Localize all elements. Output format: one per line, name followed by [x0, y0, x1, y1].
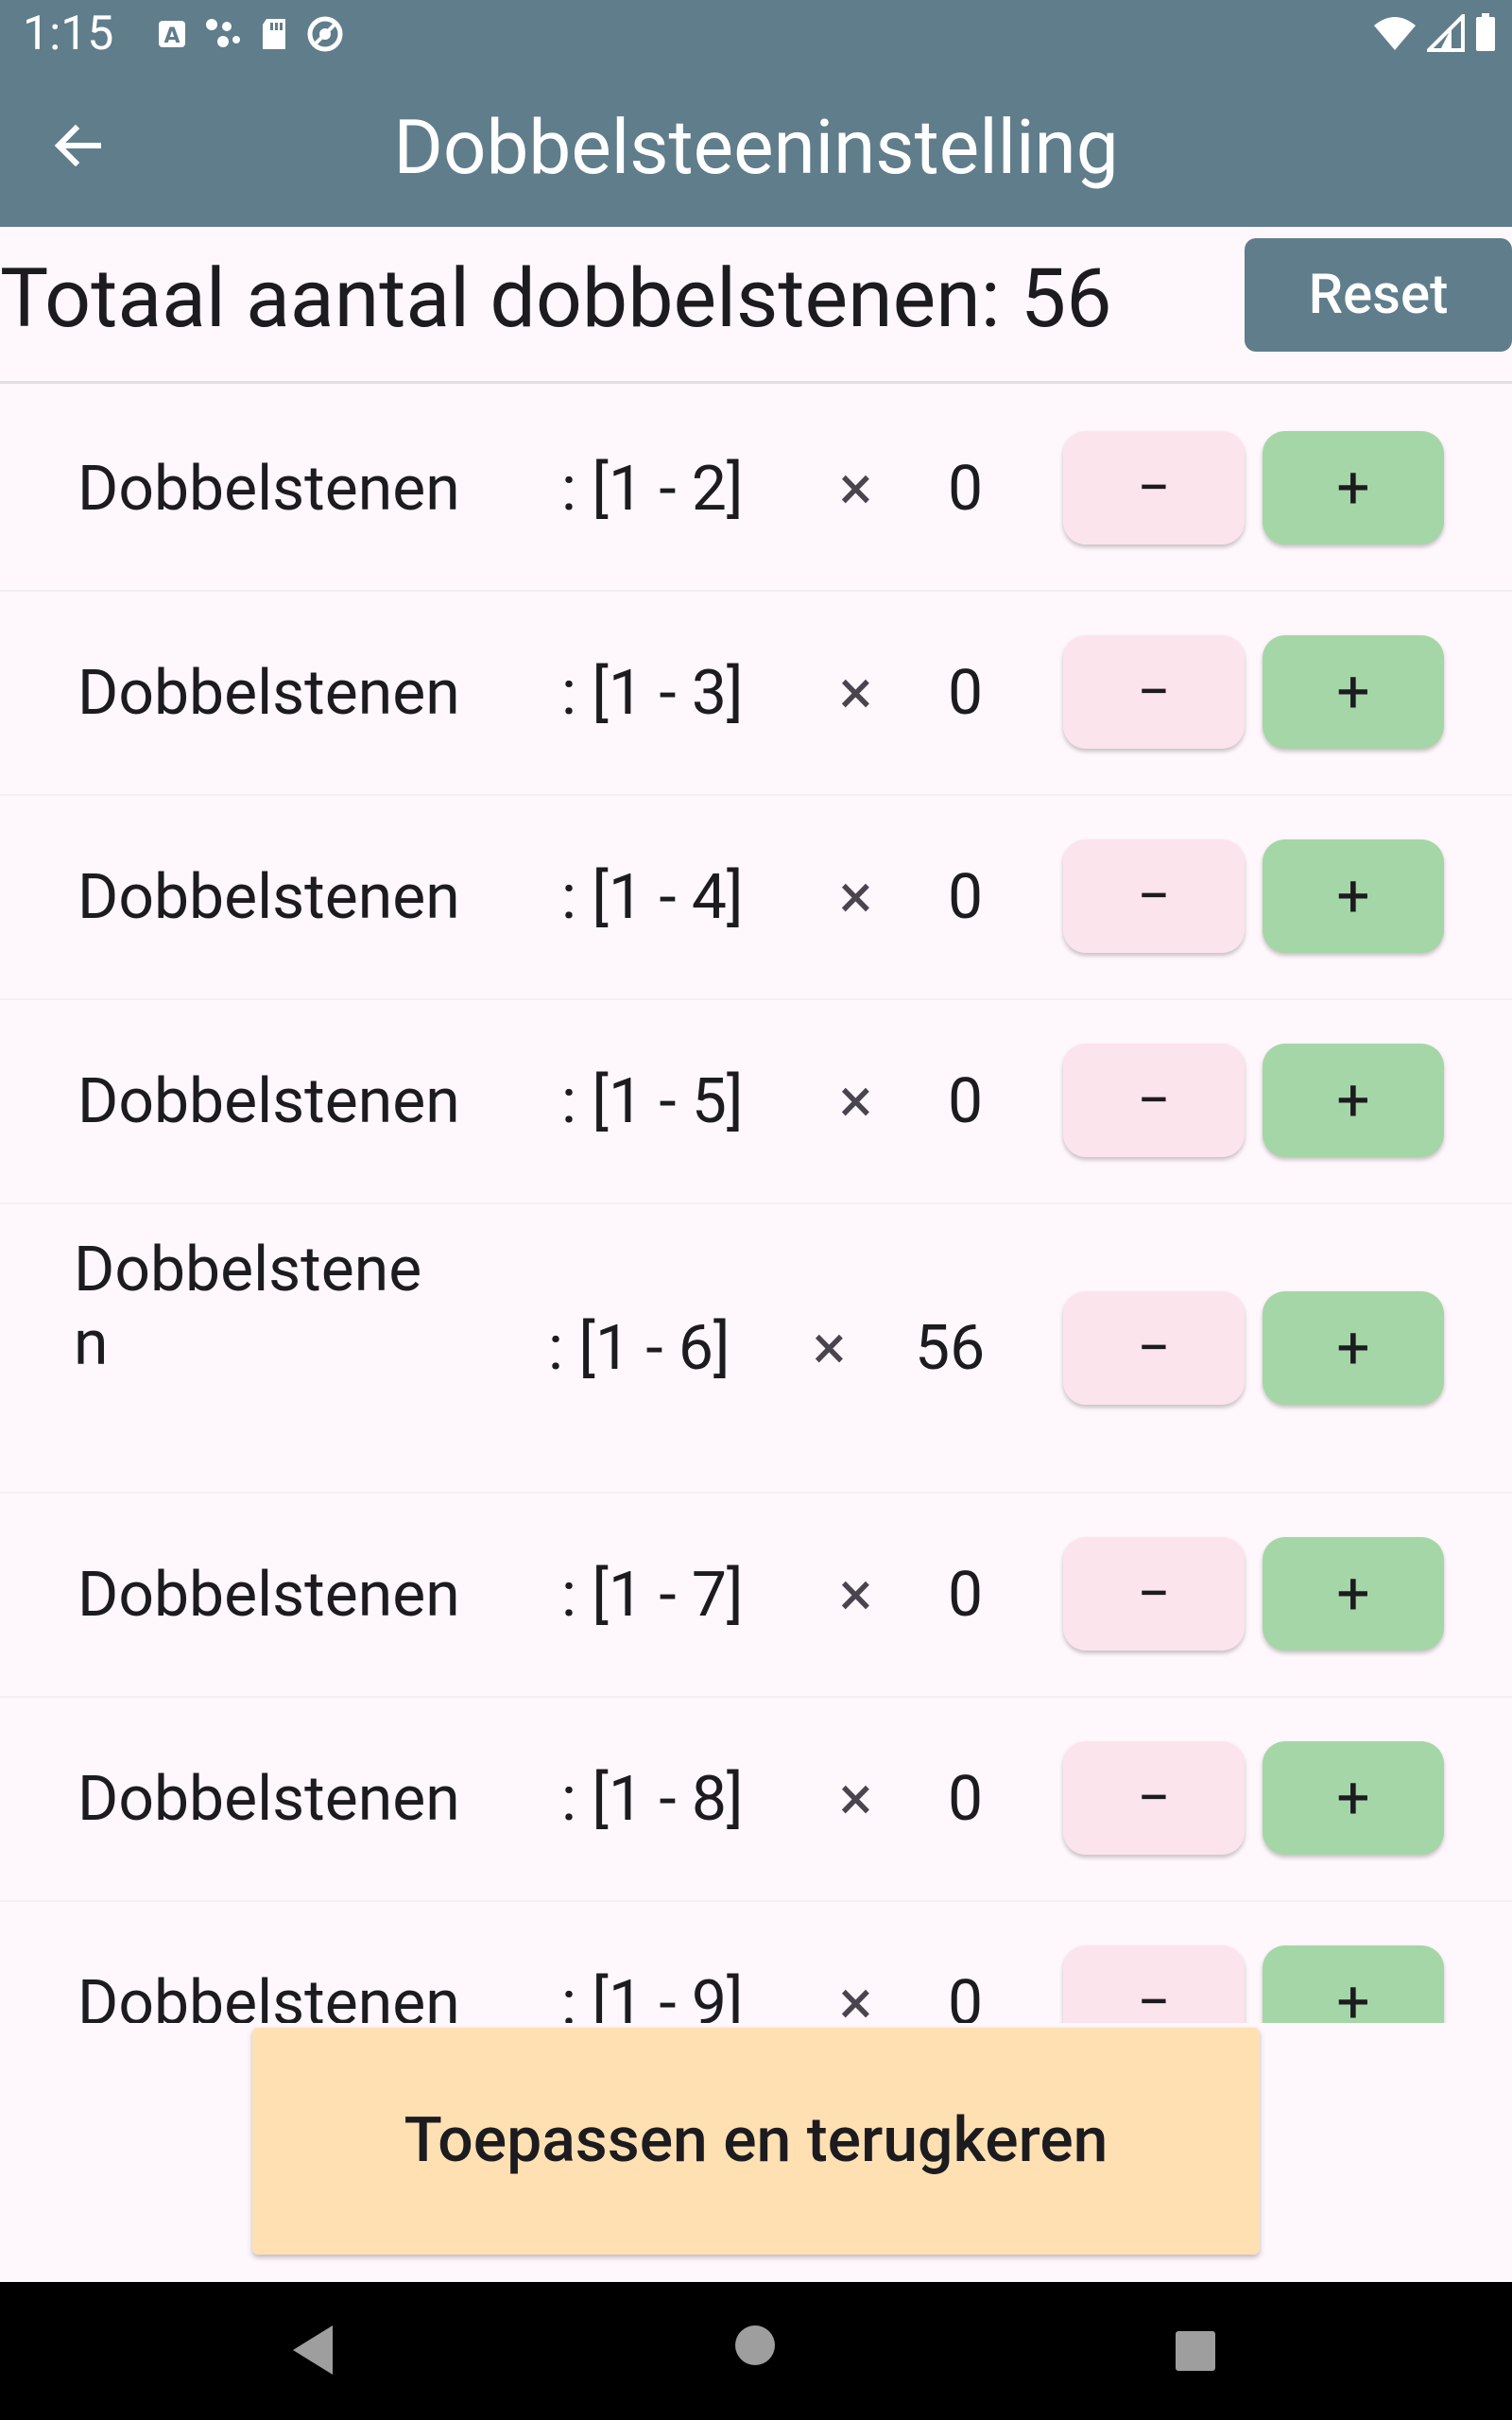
decrement-button[interactable]: −	[1063, 1044, 1245, 1157]
nav-home-icon[interactable]	[733, 2324, 777, 2371]
increment-button[interactable]: +	[1263, 1537, 1444, 1651]
dice-row-label: Dobbelstenen	[77, 861, 460, 934]
dice-row: Dobbelstenen : [1 - 4] × 0 − +	[0, 796, 1512, 1000]
increment-button[interactable]: +	[1263, 1044, 1444, 1157]
dice-row-label: Dobbelstenen	[77, 1967, 460, 2023]
decrement-button[interactable]: −	[1063, 635, 1245, 749]
dice-row-times: ×	[839, 1065, 873, 1138]
apply-and-return-button[interactable]: Toepassen en terugkeren	[252, 2028, 1260, 2255]
status-bar: 1:15 A	[0, 0, 1512, 68]
status-icons-right	[1372, 11, 1497, 57]
dice-row-range: : [1 - 9]	[561, 1967, 744, 2023]
dice-row-label: Dobbelstene	[74, 1234, 422, 1306]
increment-button[interactable]: +	[1263, 431, 1444, 544]
battery-icon	[1474, 13, 1497, 57]
dice-row-label: Dobbelstenen	[77, 1559, 460, 1632]
sd-card-icon	[259, 17, 289, 55]
status-time: 1:15	[23, 7, 114, 61]
dice-row-count: 0	[948, 861, 984, 934]
decrement-button[interactable]: −	[1063, 1945, 1245, 2023]
svg-text:A: A	[163, 25, 180, 48]
dice-row-label: Dobbelstenen	[77, 453, 460, 526]
dice-row-range: : [1 - 8]	[561, 1763, 744, 1836]
increment-button[interactable]: +	[1263, 1945, 1444, 2023]
status-icons-left: A	[157, 15, 344, 57]
increment-button[interactable]: +	[1263, 1741, 1444, 1855]
dice-row: Dobbelstenen : [1 - 8] × 0 − +	[0, 1698, 1512, 1902]
decrement-button[interactable]: −	[1063, 1291, 1245, 1405]
dice-list[interactable]: Dobbelstenen : [1 - 2] × 0 − + Dobbelste…	[0, 388, 1512, 2023]
dice-row-count: 0	[948, 453, 984, 526]
dice-row-label: Dobbelstenen	[77, 657, 460, 730]
dice-row-label-wrap: n	[74, 1307, 109, 1380]
dice-row-range: : [1 - 6]	[548, 1312, 730, 1385]
dice-row-count: 0	[948, 1967, 984, 2023]
total-header: Totaal aantal dobbelstenen: 56 Reset	[0, 227, 1512, 384]
dice-row-label: Dobbelstenen	[77, 1763, 460, 1836]
decrement-button[interactable]: −	[1063, 1537, 1245, 1651]
dice-row: Dobbelstenen : [1 - 7] × 0 − +	[0, 1494, 1512, 1698]
dice-row-label: Dobbelstenen	[77, 1065, 460, 1138]
dice-row-times: ×	[839, 1559, 873, 1632]
nav-back-icon[interactable]	[289, 2324, 336, 2380]
dice-row: Dobbelstenen : [1 - 9] × 0 − +	[0, 1902, 1512, 2023]
dice-row: Dobbelstenen : [1 - 2] × 0 − +	[0, 388, 1512, 592]
dice-row-times: ×	[839, 657, 873, 730]
dice-row-range: : [1 - 5]	[561, 1065, 744, 1138]
page-title: Dobbelsteeninstelling	[393, 103, 1119, 192]
increment-button[interactable]: +	[1263, 1291, 1444, 1405]
decrement-button[interactable]: −	[1063, 839, 1245, 953]
dice-row-range: : [1 - 4]	[561, 861, 744, 934]
dice-row-count: 0	[948, 1559, 984, 1632]
total-dice-label: Totaal aantal dobbelstenen: 56	[0, 251, 1112, 346]
dice-row-count: 0	[948, 1763, 984, 1836]
dice-row-times: ×	[813, 1312, 847, 1385]
increment-button[interactable]: +	[1263, 839, 1444, 953]
system-nav-bar	[0, 2282, 1512, 2420]
dice-row: Dobbelstenen : [1 - 3] × 0 − +	[0, 592, 1512, 796]
reset-button[interactable]: Reset	[1245, 238, 1512, 352]
wifi-icon	[1372, 14, 1418, 56]
dice-row-count: 0	[948, 1065, 984, 1138]
dice-row-count: 0	[948, 657, 984, 730]
share-dots-icon	[204, 17, 242, 55]
dice-row-count: 56	[915, 1312, 986, 1385]
dice-row-times: ×	[839, 453, 873, 526]
dice-row-range: : [1 - 2]	[561, 453, 744, 526]
dice-row-times: ×	[839, 861, 873, 934]
increment-button[interactable]: +	[1263, 635, 1444, 749]
dice-row-range: : [1 - 3]	[561, 657, 744, 730]
dice-row-times: ×	[839, 1967, 873, 2023]
app-bar: Dobbelsteeninstelling	[0, 68, 1512, 227]
dice-row: Dobbelstenen : [1 - 5] × 0 − +	[0, 1000, 1512, 1204]
text-a-icon: A	[157, 19, 187, 53]
at-sync-icon	[306, 15, 344, 57]
signal-icon	[1424, 11, 1465, 56]
dice-row-times: ×	[839, 1763, 873, 1836]
decrement-button[interactable]: −	[1063, 1741, 1245, 1855]
nav-recents-icon[interactable]	[1174, 2329, 1217, 2377]
dice-row-range: : [1 - 7]	[561, 1559, 744, 1632]
decrement-button[interactable]: −	[1063, 431, 1245, 544]
dice-row: Dobbelstene n : [1 - 6] × 56 − +	[0, 1204, 1512, 1494]
